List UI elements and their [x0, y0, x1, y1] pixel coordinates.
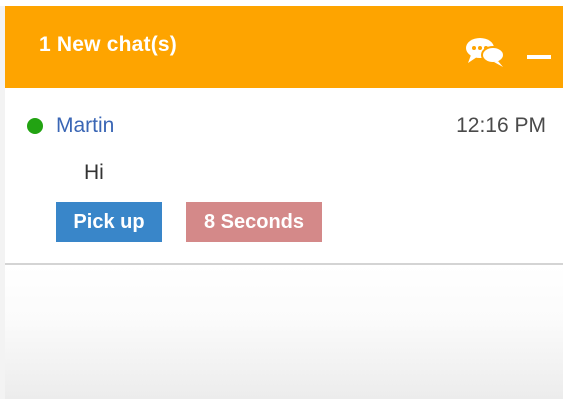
- chat-bubbles-icon-graphic: [466, 38, 505, 67]
- minimize-button[interactable]: [524, 30, 554, 70]
- visitor-name-link[interactable]: Martin: [56, 114, 114, 138]
- new-chats-title: 1 New chat(s): [39, 33, 177, 56]
- minimize-icon: [527, 55, 551, 59]
- chat-request-panel: Martin 12:16 PM Hi Pick up 8 Seconds: [5, 88, 563, 264]
- chat-list-empty-area: [5, 265, 563, 399]
- chat-notification-header: 1 New chat(s): [5, 6, 563, 88]
- online-status-icon: [27, 118, 43, 134]
- wait-time-badge: 8 Seconds: [186, 202, 322, 242]
- chat-timestamp: 12:16 PM: [456, 114, 546, 137]
- pick-up-button[interactable]: Pick up: [56, 202, 162, 242]
- chat-message-preview: Hi: [84, 161, 104, 184]
- chat-bubbles-icon[interactable]: [463, 36, 507, 68]
